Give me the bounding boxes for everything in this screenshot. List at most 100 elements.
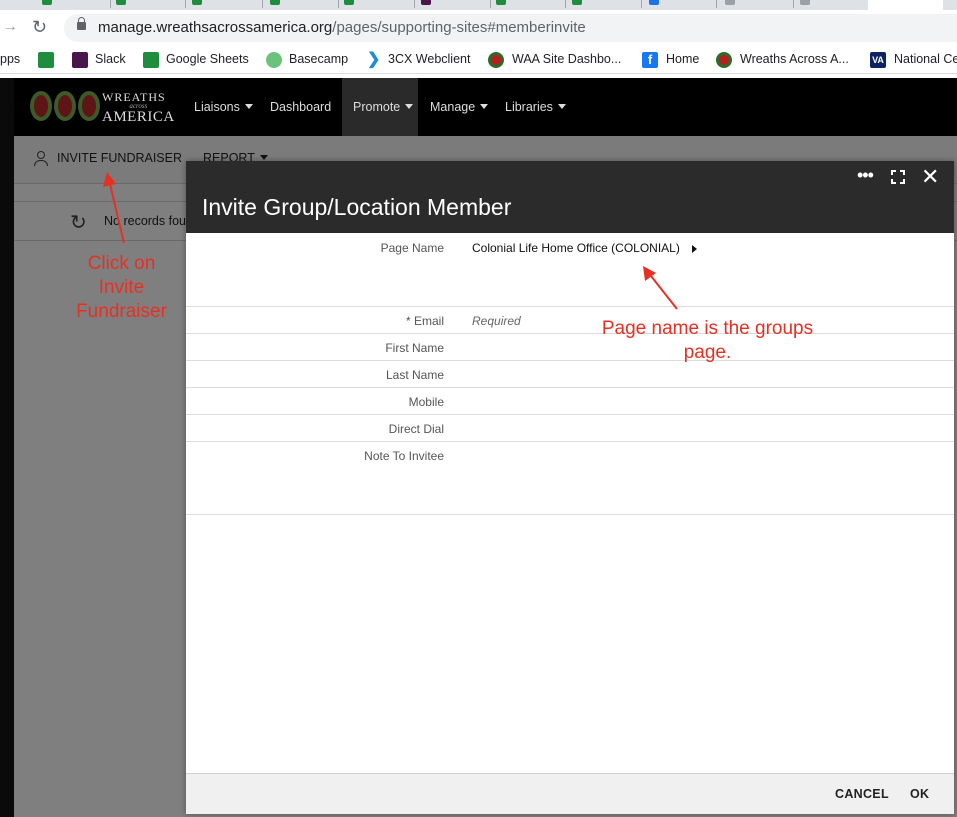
dialog-title: Invite Group/Location Member bbox=[202, 194, 512, 220]
bookmark-home[interactable]: Home bbox=[666, 52, 699, 66]
first-name-label: First Name bbox=[385, 341, 444, 355]
logo-text[interactable]: WREATHS across AMERICA bbox=[102, 91, 175, 125]
url-host: manage.wreathsacrossamerica.org bbox=[98, 19, 333, 36]
nav-manage-label: Manage bbox=[430, 100, 476, 114]
refresh-icon[interactable]: ↻ bbox=[70, 210, 87, 235]
forward-arrow-icon[interactable]: → bbox=[2, 18, 18, 36]
bookmark-wreaths-across[interactable]: Wreaths Across A... bbox=[740, 52, 849, 66]
direct-dial-label: Direct Dial bbox=[388, 422, 444, 436]
google-sheets-icon[interactable] bbox=[496, 0, 506, 5]
wreath-icon bbox=[78, 91, 100, 121]
ok-button[interactable]: OK bbox=[910, 787, 929, 801]
url-path: /pages/supporting-sites#memberinvite bbox=[332, 19, 586, 36]
wreath-icon bbox=[30, 91, 52, 121]
globe-icon[interactable] bbox=[725, 0, 735, 5]
mobile-label: Mobile bbox=[408, 395, 444, 409]
google-sheets-icon[interactable] bbox=[572, 0, 582, 5]
logo-line-3: AMERICA bbox=[102, 109, 175, 125]
mobile-row[interactable]: Mobile bbox=[186, 388, 954, 415]
tab-separator bbox=[793, 0, 794, 8]
google-sheets-icon[interactable] bbox=[344, 0, 354, 5]
google-sheets-icon[interactable] bbox=[116, 0, 126, 5]
3cx-icon: ❯ bbox=[367, 51, 381, 68]
waa-icon bbox=[716, 52, 732, 68]
google-sheets-icon[interactable] bbox=[270, 0, 280, 5]
left-edge bbox=[0, 78, 14, 817]
annotation-page-name: Page name is the groups page. bbox=[601, 318, 814, 363]
page-name-label: Page Name bbox=[380, 241, 444, 255]
google-sheets-icon[interactable] bbox=[192, 0, 202, 5]
caret-right-icon bbox=[691, 245, 697, 253]
maximize-corner bbox=[900, 179, 905, 184]
page-name-value[interactable]: Colonial Life Home Office (COLONIAL) bbox=[472, 241, 697, 255]
google-sheets-icon bbox=[143, 52, 159, 68]
cancel-button[interactable]: CANCEL bbox=[835, 787, 889, 801]
maximize-icon[interactable] bbox=[891, 170, 905, 184]
maximize-corner bbox=[891, 179, 896, 184]
bookmark-waa-dashboard[interactable]: WAA Site Dashbo... bbox=[512, 52, 621, 66]
nav-liaisons-label: Liaisons bbox=[194, 100, 240, 114]
email-row[interactable]: * Email Required bbox=[186, 307, 954, 334]
logo-wreaths-icon[interactable] bbox=[30, 91, 100, 121]
more-options-icon[interactable]: ••• bbox=[857, 165, 874, 186]
tab-separator bbox=[110, 0, 111, 8]
email-label: * Email bbox=[405, 314, 444, 328]
bookmark-slack[interactable]: Slack bbox=[95, 52, 126, 66]
tab-separator bbox=[185, 0, 186, 8]
annotation-click-invite: Click on Invite Fundraiser bbox=[76, 253, 167, 322]
nav-libraries-label: Libraries bbox=[505, 100, 553, 114]
last-name-row[interactable]: Last Name bbox=[186, 361, 954, 388]
invite-fundraiser-button[interactable]: INVITE FUNDRAISER bbox=[57, 151, 182, 165]
invite-member-dialog: Invite Group/Location Member ••• ✕ Page … bbox=[186, 161, 954, 814]
wreath-icon bbox=[54, 91, 76, 121]
caret-down-icon bbox=[557, 104, 566, 109]
bookmark-3cx[interactable]: 3CX Webclient bbox=[388, 52, 470, 66]
caret-down-icon bbox=[405, 104, 414, 109]
tab-separator bbox=[262, 0, 263, 8]
bookmark-google-sheets[interactable]: Google Sheets bbox=[166, 52, 249, 66]
nav-manage[interactable]: Manage bbox=[430, 100, 489, 114]
no-records-text: No records fou bbox=[104, 214, 186, 228]
caret-down-icon bbox=[259, 155, 268, 160]
tab-separator bbox=[716, 0, 717, 8]
dialog-header: Invite Group/Location Member ••• ✕ bbox=[186, 161, 954, 233]
nav-promote[interactable]: Promote bbox=[353, 100, 414, 114]
caret-down-icon bbox=[244, 104, 253, 109]
bookmark-basecamp[interactable]: Basecamp bbox=[289, 52, 348, 66]
person-icon bbox=[34, 151, 48, 167]
nav-dashboard-label: Dashboard bbox=[270, 100, 332, 114]
url-text[interactable]: manage.wreathsacrossamerica.org/pages/su… bbox=[98, 19, 586, 36]
active-tab[interactable] bbox=[868, 0, 943, 10]
tab-separator bbox=[565, 0, 566, 8]
slack-icon bbox=[72, 52, 88, 68]
page-name-text: Colonial Life Home Office (COLONIAL) bbox=[472, 241, 680, 255]
facebook-icon: f bbox=[642, 52, 658, 68]
maximize-corner bbox=[891, 170, 896, 175]
bookmark-national-cemetery[interactable]: National Ce bbox=[894, 52, 957, 66]
last-name-label: Last Name bbox=[385, 368, 444, 382]
basecamp-icon bbox=[266, 52, 282, 68]
va-icon: VA bbox=[870, 52, 886, 68]
tab-separator bbox=[338, 0, 339, 8]
reload-icon[interactable]: ↻ bbox=[32, 17, 47, 38]
direct-dial-row[interactable]: Direct Dial bbox=[186, 415, 954, 442]
nav-liaisons[interactable]: Liaisons bbox=[194, 100, 253, 114]
browser-tab-strip bbox=[0, 0, 957, 10]
note-row[interactable]: Note To Invitee bbox=[186, 442, 954, 515]
slack-icon[interactable] bbox=[421, 0, 431, 5]
document-icon[interactable] bbox=[649, 0, 659, 5]
bookmark-apps[interactable]: pps bbox=[0, 52, 20, 66]
email-field[interactable]: Required bbox=[472, 314, 521, 328]
page-name-row: Page Name Colonial Life Home Office (COL… bbox=[186, 233, 954, 307]
globe-icon[interactable] bbox=[800, 0, 810, 5]
lock-icon[interactable] bbox=[77, 17, 86, 30]
nav-dashboard[interactable]: Dashboard bbox=[270, 100, 331, 114]
close-icon[interactable]: ✕ bbox=[921, 164, 939, 190]
google-sheets-icon[interactable] bbox=[42, 0, 52, 5]
caret-down-icon bbox=[480, 104, 489, 109]
note-label: Note To Invitee bbox=[364, 449, 444, 463]
google-sheets-icon[interactable] bbox=[38, 52, 54, 68]
nav-libraries[interactable]: Libraries bbox=[505, 100, 566, 114]
waa-icon bbox=[488, 52, 504, 68]
first-name-row[interactable]: First Name bbox=[186, 334, 954, 361]
